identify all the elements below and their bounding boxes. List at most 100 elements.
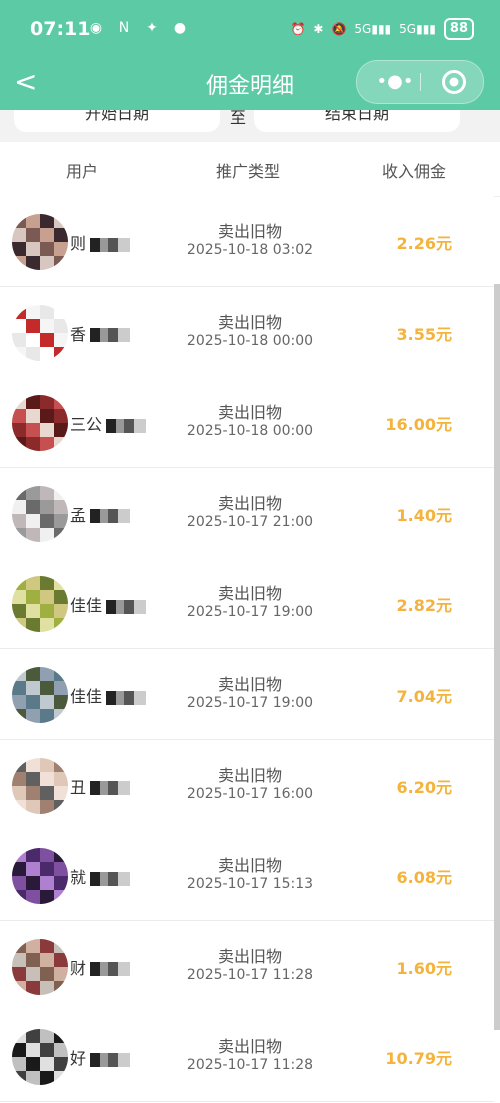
avatar-pixel	[26, 1029, 40, 1044]
avatar-pixel	[26, 242, 40, 256]
avatar-pixel	[54, 966, 68, 981]
close-circle-icon[interactable]	[441, 69, 467, 95]
avatar-pixel	[12, 485, 26, 500]
list-item[interactable]: 财 卖出旧物 2025-10-17 11:28 1.60元	[0, 920, 494, 1012]
redacted-text	[106, 418, 147, 433]
avatar-pixel	[12, 966, 26, 981]
avatar-pixel	[40, 1071, 54, 1086]
avatar-pixel	[26, 1057, 40, 1072]
avatar-pixel	[40, 757, 54, 772]
avatar-pixel	[12, 346, 26, 361]
avatar-pixel	[40, 214, 54, 228]
avatar-pixel	[54, 695, 68, 709]
avatar-pixel	[26, 667, 40, 681]
timestamp: 2025-10-17 19:00	[186, 695, 314, 711]
avatar-pixel	[26, 604, 40, 619]
avatar-pixel	[40, 437, 54, 452]
list-item[interactable]: 三公 卖出旧物 2025-10-18 00:00 16.00元	[0, 377, 494, 469]
avatar-pixel	[12, 513, 26, 528]
avatar-pixel	[26, 228, 40, 242]
avatar-pixel	[12, 576, 26, 591]
promotion-type: 卖出旧物	[217, 765, 282, 785]
avatar-pixel	[54, 952, 68, 967]
scrollbar[interactable]	[494, 284, 500, 1030]
list-item[interactable]: 香 卖出旧物 2025-10-18 00:00 3.55元	[0, 286, 494, 378]
list-item[interactable]: 丑 卖出旧物 2025-10-17 16:00 6.20元	[0, 739, 494, 831]
redacted-text	[106, 690, 147, 705]
avatar-pixel	[54, 785, 68, 800]
user-name-text: 就	[70, 868, 87, 888]
list-item[interactable]: 佳佳 卖出旧物 2025-10-17 19:00 2.82元	[0, 558, 494, 650]
promotion-type: 卖出旧物	[217, 493, 282, 513]
avatar	[12, 938, 68, 995]
avatar-pixel	[26, 966, 40, 981]
start-date-picker[interactable]: 开始日期	[14, 110, 220, 132]
avatar-pixel	[40, 890, 54, 905]
avatar-pixel	[54, 799, 68, 814]
avatar-pixel	[26, 785, 40, 800]
nav-bar: < 佣金明细 •●•	[0, 58, 500, 106]
status-time: 07:11	[30, 18, 91, 40]
avatar-pixel	[54, 1043, 68, 1058]
user-name-text: 财	[70, 958, 87, 978]
list-item[interactable]: 就 卖出旧物 2025-10-17 15:13 6.08元	[0, 830, 494, 922]
avatar-pixel	[12, 318, 26, 333]
status-right: ⏰ ✱ 🔕 5G▮▮▮ 5G▮▮▮ 88	[290, 18, 474, 40]
signal-icon-2: 5G▮▮▮	[399, 22, 436, 36]
list-item[interactable]: 孟 卖出旧物 2025-10-17 21:00 1.40元	[0, 467, 494, 559]
end-date-picker[interactable]: 结束日期	[254, 110, 460, 132]
avatar-pixel	[54, 862, 68, 877]
user-name-text: 三公	[70, 415, 103, 435]
table-header: 用户 推广类型 收入佣金	[0, 142, 500, 197]
avatar-pixel	[12, 848, 26, 863]
avatar-pixel	[40, 980, 54, 995]
redacted-text	[90, 237, 131, 252]
avatar-pixel	[40, 938, 54, 953]
avatar-pixel	[12, 1029, 26, 1044]
promotion-type: 卖出旧物	[217, 222, 282, 241]
avatar-pixel	[12, 214, 26, 228]
user-name: 就	[70, 864, 180, 888]
avatar-pixel	[26, 618, 40, 633]
more-icon[interactable]: •●•	[375, 71, 415, 93]
promotion-type: 卖出旧物	[217, 403, 282, 423]
avatar-pixel	[26, 527, 40, 542]
redacted-text	[90, 781, 131, 796]
avatar-pixel	[54, 757, 68, 772]
avatar-pixel	[54, 409, 68, 424]
avatar-pixel	[26, 576, 40, 591]
avatar	[12, 1029, 68, 1086]
avatar-pixel	[12, 695, 26, 709]
avatar-pixel	[26, 256, 40, 270]
commission-amount: 2.82元	[396, 596, 452, 616]
commission-amount: 2.26元	[396, 234, 452, 253]
timestamp: 2025-10-17 16:00	[186, 785, 314, 802]
avatar-pixel	[12, 395, 26, 410]
avatar-pixel	[12, 228, 26, 242]
avatar-pixel	[26, 709, 40, 723]
avatar-pixel	[26, 980, 40, 995]
avatar-pixel	[54, 304, 68, 319]
avatar	[12, 485, 68, 542]
avatar-pixel	[54, 318, 68, 333]
redacted-text	[106, 599, 147, 614]
list-item[interactable]: 佳佳 卖出旧物 2025-10-17 19:00 7.04元	[0, 649, 494, 740]
user-name-text: 佳佳	[70, 687, 103, 706]
user-name: 孟	[70, 502, 180, 526]
list-item[interactable]: 好 卖出旧物 2025-10-17 11:28 10.79元	[0, 1011, 494, 1103]
avatar-pixel	[40, 799, 54, 814]
avatar-pixel	[40, 618, 54, 633]
column-user: 用户	[66, 162, 99, 181]
timestamp: 2025-10-17 21:00	[186, 513, 314, 530]
header: 07:11 ◉ N ✦ ● ⏰ ✱ 🔕 5G▮▮▮ 5G▮▮▮ 88 < 佣金明…	[0, 0, 500, 110]
avatar-pixel	[12, 862, 26, 877]
date-filter: 开始日期 至 结束日期	[0, 110, 500, 142]
avatar-pixel	[12, 499, 26, 514]
timestamp: 2025-10-18 00:00	[186, 423, 314, 440]
list-item[interactable]: 则 卖出旧物 2025-10-18 03:02 2.26元	[0, 196, 494, 287]
avatar-pixel	[12, 590, 26, 605]
avatar-pixel	[26, 485, 40, 500]
avatar-pixel	[12, 938, 26, 953]
avatar-pixel	[40, 681, 54, 695]
user-name: 佳佳	[70, 683, 180, 707]
